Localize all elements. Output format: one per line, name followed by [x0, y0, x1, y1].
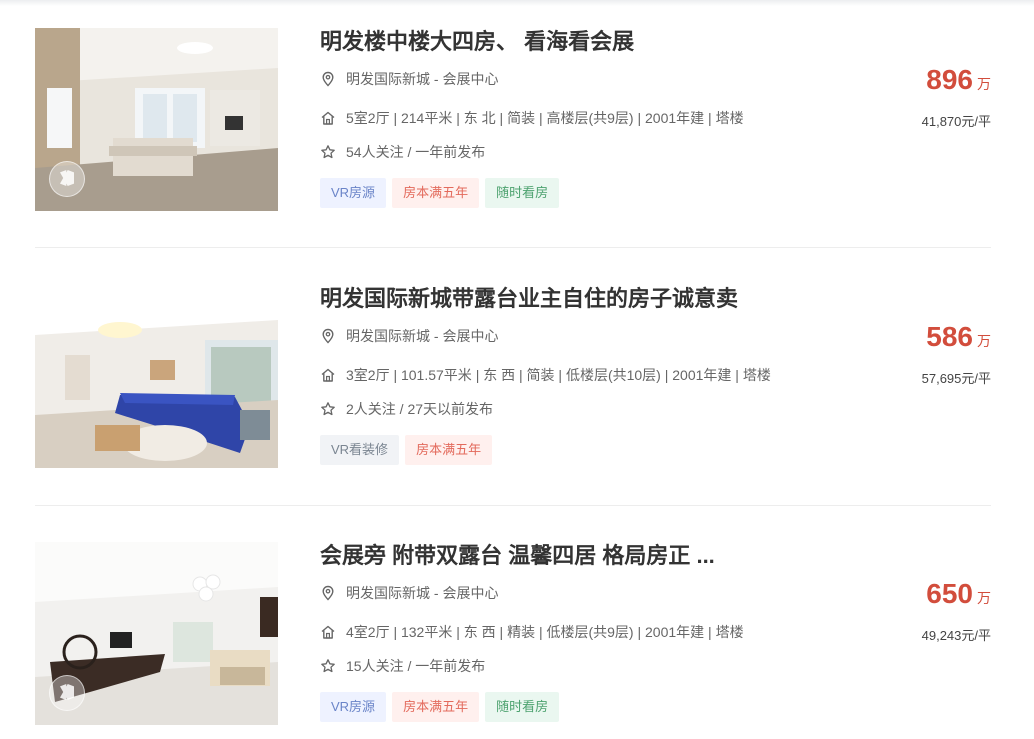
tag-five-years: 房本满五年	[405, 435, 493, 465]
vr-360-icon	[49, 675, 85, 711]
price-number: 896	[926, 64, 973, 95]
listing-photo[interactable]	[35, 28, 278, 211]
listing-card[interactable]: 会展旁 附带双露台 温馨四居 格局房正 ... 明发国际新城 - 会展中心 4室…	[35, 542, 991, 725]
follow-text: 54人关注 / 一年前发布	[346, 144, 486, 160]
follow-text: 15人关注 / 一年前发布	[346, 658, 486, 674]
specs-text: 5室2厅 | 214平米 | 东 北 | 简装 | 高楼层(共9层) | 200…	[346, 110, 744, 126]
tag-vr: VR房源	[320, 178, 387, 208]
unit-price: 57,695元/平	[921, 371, 991, 386]
tag-list: VR房源 房本满五年 随时看房	[320, 178, 565, 210]
specs-text: 4室2厅 | 132平米 | 东 西 | 精装 | 低楼层(共9层) | 200…	[346, 624, 744, 640]
price-number: 650	[926, 578, 973, 609]
listing-address[interactable]: 明发国际新城 - 会展中心	[320, 326, 498, 346]
top-shadow	[0, 0, 1034, 6]
listing-specs: 4室2厅 | 132平米 | 东 西 | 精装 | 低楼层(共9层) | 200…	[320, 622, 744, 642]
unit-price: 49,243元/平	[921, 628, 991, 643]
price-number: 586	[926, 321, 973, 352]
house-icon	[321, 625, 335, 639]
listing-specs: 5室2厅 | 214平米 | 东 北 | 简装 | 高楼层(共9层) | 200…	[320, 108, 744, 128]
listing-title[interactable]: 会展旁 附带双露台 温馨四居 格局房正 ...	[320, 542, 715, 570]
location-pin-icon	[322, 328, 334, 344]
vr-360-icon	[49, 161, 85, 197]
specs-text: 3室2厅 | 101.57平米 | 东 西 | 简装 | 低楼层(共10层) |…	[346, 367, 771, 383]
listing-photo[interactable]	[35, 285, 278, 468]
address-text: 明发国际新城 - 会展中心	[346, 328, 499, 344]
follow-text: 2人关注 / 27天以前发布	[346, 401, 494, 417]
tag-anytime: 随时看房	[485, 692, 560, 722]
star-icon	[321, 659, 335, 673]
divider	[35, 505, 991, 506]
location-pin-icon	[322, 585, 334, 601]
tag-anytime: 随时看房	[485, 178, 560, 208]
listing-specs: 3室2厅 | 101.57平米 | 东 西 | 简装 | 低楼层(共10层) |…	[320, 365, 771, 385]
price-unit: 万	[977, 333, 991, 349]
tag-five-years: 房本满五年	[392, 178, 480, 208]
total-price: 650 万	[926, 578, 991, 610]
listing-follow: 2人关注 / 27天以前发布	[320, 399, 493, 419]
listing-photo[interactable]	[35, 542, 278, 725]
house-icon	[321, 368, 335, 382]
house-icon	[321, 111, 335, 125]
listing-address[interactable]: 明发国际新城 - 会展中心	[320, 69, 498, 89]
listing-follow: 15人关注 / 一年前发布	[320, 656, 485, 676]
tag-list: VR房源 房本满五年 随时看房	[320, 692, 565, 724]
star-icon	[321, 145, 335, 159]
tag-list: VR看装修 房本满五年	[320, 435, 498, 467]
location-pin-icon	[322, 71, 334, 87]
listing-card[interactable]: 明发国际新城带露台业主自住的房子诚意卖 明发国际新城 - 会展中心 3室2厅 |…	[35, 285, 991, 468]
address-text: 明发国际新城 - 会展中心	[346, 71, 499, 87]
listing-card[interactable]: 明发楼中楼大四房、 看海看会展 明发国际新城 - 会展中心 5室2厅 | 214…	[35, 28, 991, 211]
listing-address[interactable]: 明发国际新城 - 会展中心	[320, 583, 498, 603]
tag-five-years: 房本满五年	[392, 692, 480, 722]
listing-title[interactable]: 明发楼中楼大四房、 看海看会展	[320, 28, 634, 56]
unit-price: 41,870元/平	[921, 114, 991, 129]
address-text: 明发国际新城 - 会展中心	[346, 585, 499, 601]
listing-follow: 54人关注 / 一年前发布	[320, 142, 485, 162]
total-price: 896 万	[926, 64, 991, 96]
tag-vr-decoration: VR看装修	[320, 435, 400, 465]
divider	[35, 247, 991, 248]
total-price: 586 万	[926, 321, 991, 353]
listing-title[interactable]: 明发国际新城带露台业主自住的房子诚意卖	[320, 285, 738, 313]
price-unit: 万	[977, 590, 991, 606]
price-unit: 万	[977, 76, 991, 92]
tag-vr: VR房源	[320, 692, 387, 722]
star-icon	[321, 402, 335, 416]
